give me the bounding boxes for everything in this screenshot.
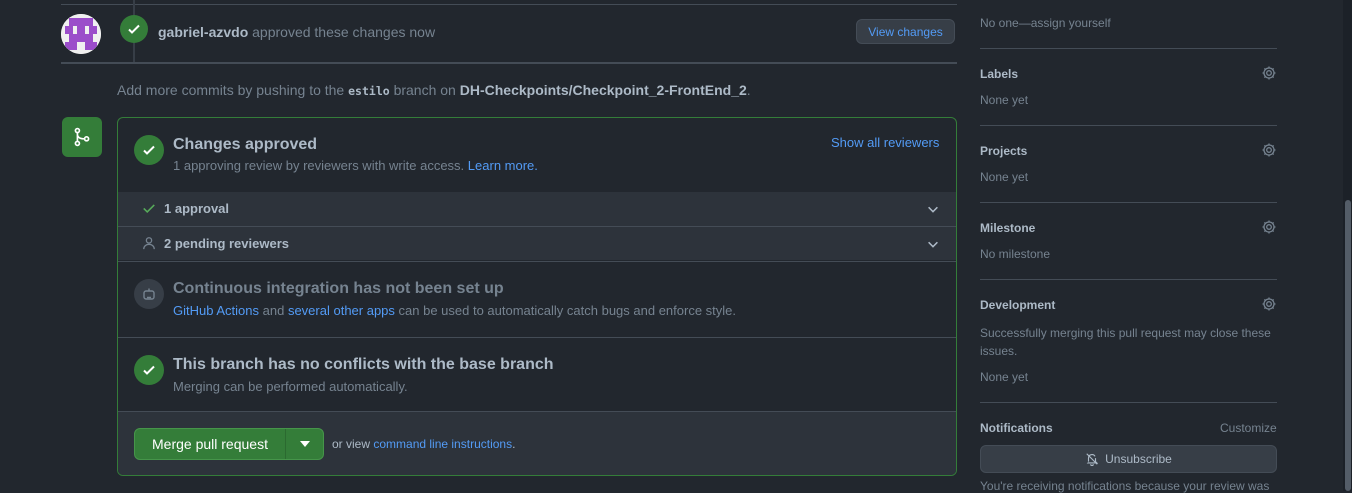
pending-reviewers-label: 2 pending reviewers [164, 236, 289, 251]
merge-options-dropdown[interactable] [286, 429, 323, 459]
or-view-text: or view [332, 437, 371, 451]
triangle-down-icon [299, 441, 310, 447]
pending-reviewers-row[interactable]: 2 pending reviewers [118, 226, 956, 260]
sidebar-divider [980, 202, 1277, 203]
check-circle-icon [134, 135, 164, 165]
merge-alternative: or view command line instructions. [332, 437, 515, 451]
projects-value: None yet [980, 170, 1029, 184]
avatar[interactable] [61, 14, 101, 54]
development-heading: Development [980, 298, 1056, 312]
commit-hint-middle: branch on [393, 82, 456, 98]
ci-and: and [262, 303, 285, 318]
approved-title: Changes approved [173, 136, 318, 153]
approval-event: gabriel-azvdo approved these changes now [158, 24, 435, 40]
approval-count: 1 approval [164, 201, 230, 216]
ci-title: Continuous integration has not been set … [173, 280, 504, 297]
github-actions-link[interactable]: GitHub Actions [173, 303, 259, 318]
milestone-value: No milestone [980, 247, 1051, 261]
git-merge-icon [62, 117, 102, 157]
milestone-gear-icon[interactable] [1261, 219, 1277, 238]
approved-subtitle: 1 approving review by reviewers with wri… [173, 158, 538, 173]
development-gear-icon[interactable] [1261, 296, 1277, 315]
person-icon [142, 236, 156, 253]
customize-link[interactable]: Customize [1220, 421, 1277, 435]
check-circle-icon [134, 355, 164, 385]
projects-gear-icon[interactable] [1261, 142, 1277, 161]
assignees-value[interactable]: No one—assign yourself [980, 16, 1277, 30]
learn-more-link[interactable]: Learn more. [468, 158, 538, 173]
command-line-link[interactable]: command line instructions [373, 437, 512, 451]
development-description: Successfully merging this pull request m… [980, 326, 1271, 358]
cli-end: . [512, 437, 516, 451]
show-all-reviewers-link[interactable]: Show all reviewers [831, 135, 939, 150]
commit-hint-suffix: . [746, 82, 751, 98]
projects-heading: Projects [980, 144, 1028, 158]
scrollbar-thumb[interactable] [1345, 200, 1351, 491]
commit-hint: Add more commits by pushing to the estil… [117, 82, 751, 98]
sidebar-divider [980, 402, 1277, 403]
bell-slash-icon [1086, 453, 1099, 466]
unsubscribe-button[interactable]: Unsubscribe [980, 445, 1277, 473]
approval-action: approved these changes now [252, 24, 436, 40]
conflicts-subtitle: Merging can be performed automatically. [173, 379, 408, 394]
ci-rest: can be used to automatically catch bugs … [398, 303, 737, 318]
check-icon [142, 201, 156, 218]
other-apps-link[interactable]: several other apps [288, 303, 395, 318]
ci-section: Continuous integration has not been set … [118, 261, 956, 337]
labels-value: None yet [980, 93, 1029, 107]
commit-hint-prefix: Add more commits by pushing to the [117, 82, 345, 98]
milestone-heading: Milestone [980, 221, 1036, 235]
labels-gear-icon[interactable] [1261, 65, 1277, 84]
branch-name: estilo [348, 84, 390, 98]
merge-actions: Merge pull request or view command line … [118, 411, 956, 475]
merge-button-label[interactable]: Merge pull request [135, 429, 286, 459]
robot-icon [134, 279, 164, 309]
labels-heading: Labels [980, 67, 1019, 81]
timeline-divider [61, 62, 957, 64]
approval-row[interactable]: 1 approval [118, 192, 956, 226]
approved-sub-text: 1 approving review by reviewers with wri… [173, 158, 465, 173]
view-changes-button[interactable]: View changes [856, 19, 955, 44]
top-divider [61, 4, 957, 5]
chevron-down-icon [926, 202, 940, 219]
approved-section: Changes approved 1 approving review by r… [118, 118, 956, 192]
sidebar-divider [980, 48, 1277, 49]
approver-name[interactable]: gabriel-azvdo [158, 24, 248, 40]
approved-check-icon [120, 15, 148, 43]
development-value: None yet [980, 370, 1029, 384]
sidebar-divider [980, 125, 1277, 126]
unsubscribe-label: Unsubscribe [1105, 452, 1172, 466]
repo-name: DH-Checkpoints/Checkpoint_2-FrontEnd_2 [459, 82, 747, 98]
ci-subtitle: GitHub Actions and several other apps ca… [173, 303, 736, 318]
merge-box: Changes approved 1 approving review by r… [117, 117, 957, 476]
merge-pull-request-button[interactable]: Merge pull request [134, 428, 324, 460]
chevron-down-icon [926, 237, 940, 254]
conflicts-title: This branch has no conflicts with the ba… [173, 356, 554, 373]
conflicts-section: This branch has no conflicts with the ba… [118, 337, 956, 411]
sidebar-divider [980, 279, 1277, 280]
